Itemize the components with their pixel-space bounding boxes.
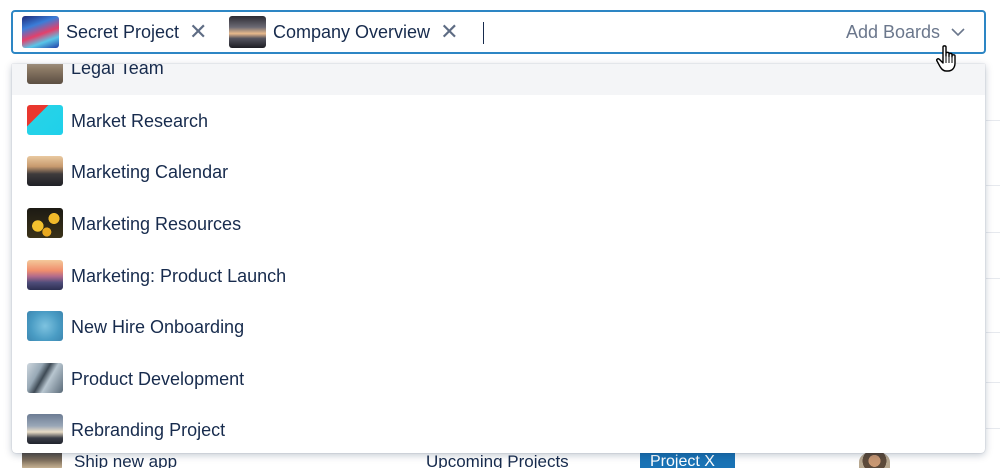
board-chip-company-overview: Company Overview ✕ [229, 16, 459, 48]
dropdown-option-rebranding-project[interactable]: Rebranding Project [12, 404, 985, 453]
option-label: New Hire Onboarding [71, 317, 245, 337]
board-thumbnail [27, 208, 63, 238]
background-divider [986, 332, 1000, 333]
background-divider [986, 232, 1000, 233]
dropdown-option-marketing-resources[interactable]: Marketing Resources [12, 198, 985, 249]
background-divider [986, 428, 1000, 429]
avatar [859, 451, 890, 468]
dropdown-option-new-hire-onboarding[interactable]: New Hire Onboarding [12, 301, 985, 352]
board-thumbnail [27, 260, 63, 290]
dropdown-option-marketing-product-launch[interactable]: Marketing: Product Launch [12, 250, 985, 301]
background-divider [986, 185, 1000, 186]
card-list-name: Upcoming Projects [426, 452, 569, 468]
option-label: Rebranding Project [71, 420, 226, 440]
dropdown-option-marketing-calendar[interactable]: Marketing Calendar [12, 146, 985, 197]
chip-label: Company Overview [273, 21, 431, 42]
card-title: Ship new app [74, 452, 178, 468]
board-thumbnail [27, 414, 63, 444]
board-thumbnail [22, 16, 59, 48]
option-label: Marketing: Product Launch [71, 266, 287, 286]
dropdown-option-legal-team[interactable]: Legal Team [12, 64, 985, 95]
dropdown-option-product-development[interactable]: Product Development [12, 353, 985, 404]
board-thumbnail [27, 156, 63, 186]
option-label: Product Development [71, 369, 245, 389]
add-boards-placeholder: Add Boards [845, 22, 940, 42]
board-thumbnail [229, 16, 266, 48]
background-divider [986, 382, 1000, 383]
board-thumbnail [27, 64, 63, 84]
board-tag-input[interactable]: Secret Project ✕ Company Overview ✕ Add … [11, 10, 986, 54]
background-divider [986, 278, 1000, 279]
card-label-badge: Project X [640, 452, 735, 468]
board-thumbnail [27, 363, 63, 393]
text-caret [483, 22, 484, 44]
chevron-down-icon[interactable] [950, 24, 966, 40]
board-thumbnail [27, 311, 63, 341]
board-thumbnail [27, 105, 63, 135]
option-label: Marketing Calendar [71, 162, 229, 182]
remove-chip-icon[interactable]: ✕ [440, 21, 458, 43]
background-divider [986, 120, 1000, 121]
board-chip-secret-project: Secret Project ✕ [22, 16, 207, 48]
remove-chip-icon[interactable]: ✕ [189, 21, 207, 43]
option-label: Legal Team [71, 64, 164, 78]
option-label: Marketing Resources [71, 214, 242, 234]
chip-label: Secret Project [66, 21, 180, 42]
option-label: Market Research [71, 111, 209, 131]
dropdown-option-market-research[interactable]: Market Research [12, 95, 985, 146]
boards-dropdown-menu: Legal Team Market Research Marketing Cal… [12, 64, 985, 453]
